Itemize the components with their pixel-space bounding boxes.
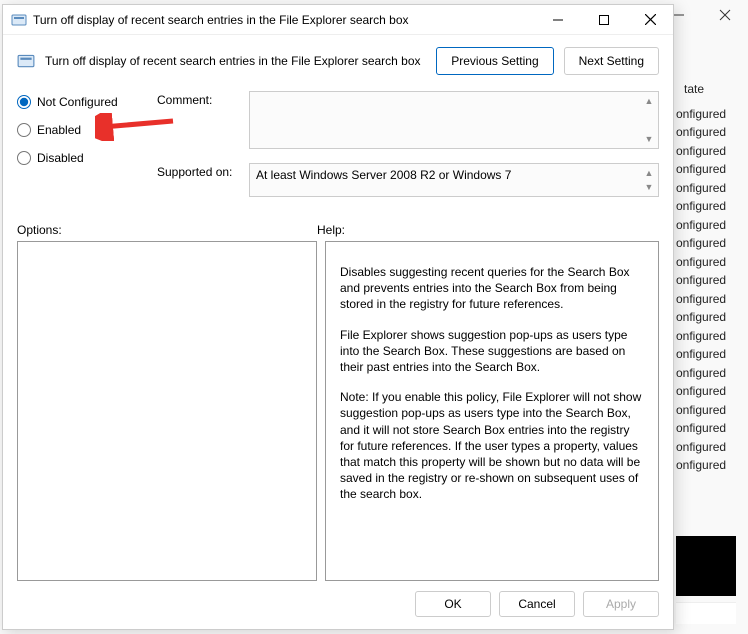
list-item: onfigured xyxy=(676,160,736,179)
list-item: onfigured xyxy=(676,438,736,457)
bg-preview-area xyxy=(676,536,736,596)
radio-not-configured[interactable]: Not Configured xyxy=(17,95,137,109)
help-panel: Disables suggesting recent queries for t… xyxy=(325,241,659,581)
list-item: onfigured xyxy=(676,456,736,475)
radio-disabled-input[interactable] xyxy=(17,151,31,165)
help-paragraph: Note: If you enable this policy, File Ex… xyxy=(340,389,644,502)
bg-state-list: onfigured onfigured onfigured onfigured … xyxy=(676,105,736,475)
bg-close-button[interactable] xyxy=(702,0,748,30)
close-button[interactable] xyxy=(627,5,673,35)
close-icon xyxy=(719,9,731,21)
comment-label: Comment: xyxy=(157,91,239,149)
policy-icon xyxy=(11,12,27,28)
supported-textarea: At least Windows Server 2008 R2 or Windo… xyxy=(249,163,659,197)
bg-column-header: tate xyxy=(676,80,736,99)
maximize-icon xyxy=(599,15,609,25)
list-item: onfigured xyxy=(676,401,736,420)
radio-label: Enabled xyxy=(37,123,81,137)
minimize-icon xyxy=(553,15,563,25)
ok-button[interactable]: OK xyxy=(415,591,491,617)
dialog-titlebar: Turn off display of recent search entrie… xyxy=(3,5,673,35)
scroll-up-icon[interactable]: ▲ xyxy=(642,94,656,108)
minimize-button[interactable] xyxy=(535,5,581,35)
policy-header-title: Turn off display of recent search entrie… xyxy=(45,54,426,68)
list-item: onfigured xyxy=(676,123,736,142)
help-paragraph: Disables suggesting recent queries for t… xyxy=(340,264,644,313)
previous-setting-button[interactable]: Previous Setting xyxy=(436,47,553,75)
radio-label: Not Configured xyxy=(37,95,118,109)
maximize-button[interactable] xyxy=(581,5,627,35)
list-item: onfigured xyxy=(676,308,736,327)
radio-label: Disabled xyxy=(37,151,84,165)
bg-state-column: tate onfigured onfigured onfigured onfig… xyxy=(676,80,736,475)
scroll-down-icon[interactable]: ▼ xyxy=(642,180,656,194)
options-panel xyxy=(17,241,317,581)
list-item: onfigured xyxy=(676,345,736,364)
list-item: onfigured xyxy=(676,216,736,235)
dialog-title: Turn off display of recent search entrie… xyxy=(33,13,535,27)
radio-enabled[interactable]: Enabled xyxy=(17,123,137,137)
scroll-up-icon[interactable]: ▲ xyxy=(642,166,656,180)
list-item: onfigured xyxy=(676,105,736,124)
radio-disabled[interactable]: Disabled xyxy=(17,151,137,165)
next-setting-button[interactable]: Next Setting xyxy=(564,47,659,75)
list-item: onfigured xyxy=(676,253,736,272)
list-item: onfigured xyxy=(676,290,736,309)
radio-not-configured-input[interactable] xyxy=(17,95,31,109)
list-item: onfigured xyxy=(676,419,736,438)
radio-enabled-input[interactable] xyxy=(17,123,31,137)
cancel-button[interactable]: Cancel xyxy=(499,591,575,617)
list-item: onfigured xyxy=(676,234,736,253)
list-item: onfigured xyxy=(676,142,736,161)
list-item: onfigured xyxy=(676,364,736,383)
list-item: onfigured xyxy=(676,197,736,216)
policy-dialog: Turn off display of recent search entrie… xyxy=(2,4,674,630)
list-item: onfigured xyxy=(676,327,736,346)
help-paragraph: File Explorer shows suggestion pop-ups a… xyxy=(340,327,644,376)
apply-button[interactable]: Apply xyxy=(583,591,659,617)
bg-statusbar xyxy=(676,602,736,624)
supported-value: At least Windows Server 2008 R2 or Windo… xyxy=(256,168,511,182)
comment-textarea[interactable]: ▲ ▼ xyxy=(249,91,659,149)
scroll-down-icon[interactable]: ▼ xyxy=(642,132,656,146)
list-item: onfigured xyxy=(676,382,736,401)
options-label: Options: xyxy=(17,223,317,237)
policy-header-icon xyxy=(17,52,35,70)
close-icon xyxy=(645,14,656,25)
supported-label: Supported on: xyxy=(157,163,239,197)
list-item: onfigured xyxy=(676,179,736,198)
help-label: Help: xyxy=(317,223,345,237)
list-item: onfigured xyxy=(676,271,736,290)
minimize-icon xyxy=(673,9,685,21)
